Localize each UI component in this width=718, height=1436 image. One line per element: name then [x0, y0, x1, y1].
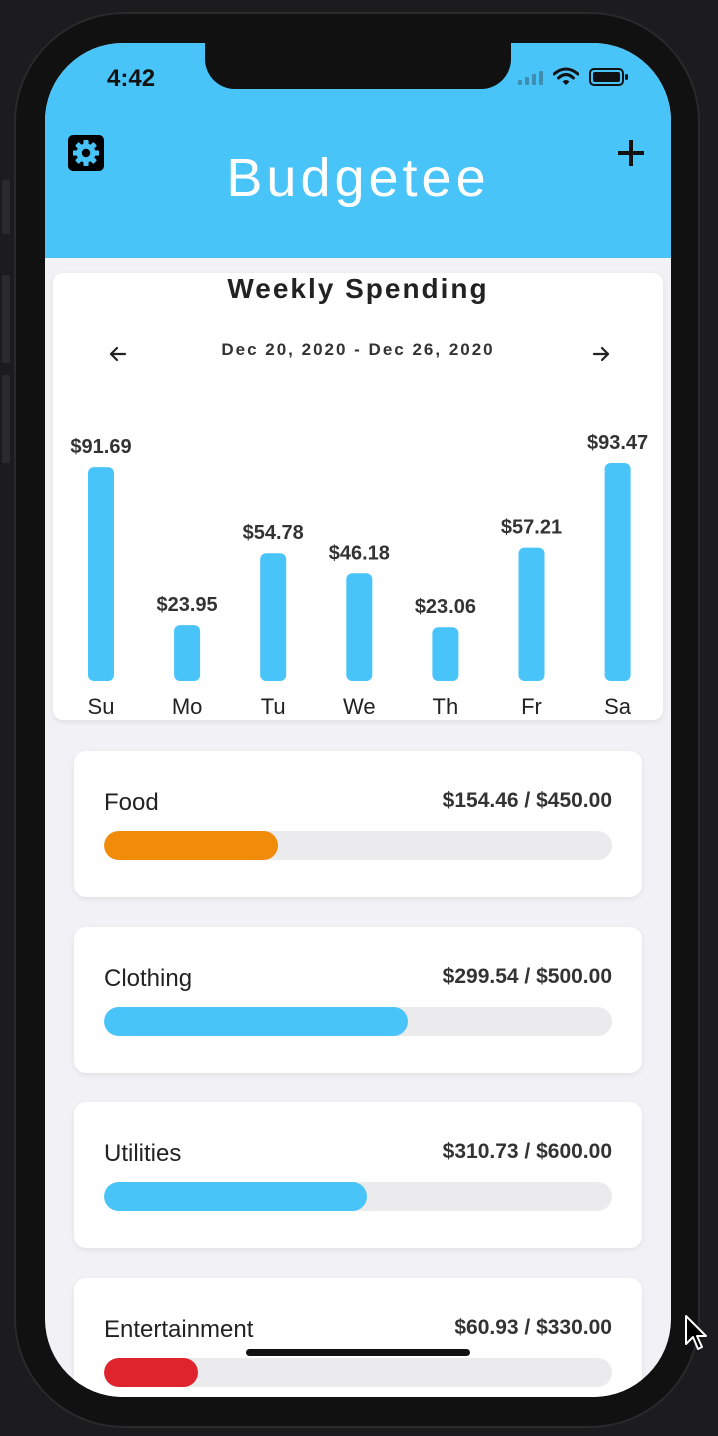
- budget-progress-track: [104, 1182, 612, 1211]
- bar-sa: [604, 463, 631, 681]
- budget-progress-fill: [104, 831, 279, 860]
- bar-value-label: $57.21: [501, 517, 562, 539]
- cellular-signal-icon: [518, 69, 543, 85]
- budget-card-food[interactable]: Food $154.46 / $450.00: [74, 751, 642, 897]
- bar-value-label: $93.47: [587, 432, 648, 454]
- budget-card-utilities[interactable]: Utilities $310.73 / $600.00: [74, 1102, 642, 1248]
- bar-th: [432, 627, 459, 681]
- side-button: [2, 180, 10, 234]
- bar-fr: [518, 547, 545, 681]
- category-amount: $299.54 / $500.00: [442, 964, 612, 988]
- category-name: Food: [104, 789, 159, 816]
- category-amount: $154.46 / $450.00: [442, 789, 612, 812]
- day-label: Sa: [604, 694, 632, 719]
- plus-icon: [618, 140, 644, 166]
- budget-card-clothing[interactable]: Clothing $299.54 / $500.00: [74, 926, 642, 1073]
- budget-progress-track: [104, 1357, 612, 1387]
- day-label: Th: [433, 694, 459, 719]
- budget-progress-track: [104, 831, 612, 860]
- weekly-bar-chart: $91.69 Su $23.95 Mo $54.78 Tu $46.18 We $23.06 Th…: [70, 432, 648, 719]
- notch: [205, 43, 511, 89]
- bar-value-label: $54.78: [243, 522, 304, 544]
- wifi-icon: [553, 67, 579, 85]
- battery-icon: [589, 68, 628, 86]
- day-label: Su: [88, 694, 115, 719]
- add-button[interactable]: [611, 133, 651, 173]
- bar-mo: [174, 625, 201, 681]
- budget-card-entertainment[interactable]: Entertainment $60.93 / $330.00: [74, 1277, 642, 1397]
- app-header: 4:42 Budgetee: [45, 43, 671, 258]
- app-title: Budgetee: [226, 148, 490, 208]
- category-amount: $310.73 / $600.00: [442, 1140, 612, 1163]
- status-time: 4:42: [107, 65, 156, 92]
- status-icons: [518, 67, 629, 87]
- category-name: Clothing: [104, 964, 193, 992]
- main-content: Weekly Spending Dec 20, 2020 - Dec 26, 2…: [45, 258, 671, 1397]
- volume-up-button: [2, 275, 10, 363]
- volume-down-button: [2, 375, 10, 463]
- budget-progress-fill: [104, 1357, 198, 1387]
- category-amount: $60.93 / $330.00: [454, 1315, 612, 1339]
- budget-progress-track: [104, 1006, 612, 1036]
- day-label: We: [343, 694, 376, 719]
- day-label: Tu: [261, 694, 286, 719]
- phone-screen: 4:42 Budgetee Weekly Spending Dec 20, 20…: [45, 43, 671, 1397]
- bar-value-label: $23.06: [415, 596, 476, 618]
- bar-su: [88, 467, 114, 681]
- bar-we: [346, 573, 373, 681]
- bar-value-label: $91.69: [70, 436, 131, 458]
- home-indicator: [246, 1349, 470, 1356]
- day-label: Mo: [172, 694, 203, 719]
- bar-tu: [260, 553, 287, 681]
- bar-value-label: $23.95: [157, 594, 218, 616]
- budget-progress-fill: [104, 1006, 409, 1036]
- weekly-spending-card: Weekly Spending Dec 20, 2020 - Dec 26, 2…: [53, 273, 663, 720]
- budget-progress-fill: [104, 1182, 368, 1211]
- mouse-cursor-icon: [685, 1315, 707, 1350]
- category-name: Entertainment: [104, 1315, 254, 1343]
- category-name: Utilities: [104, 1140, 182, 1167]
- day-label: Fr: [521, 694, 542, 719]
- bar-value-label: $46.18: [329, 542, 390, 564]
